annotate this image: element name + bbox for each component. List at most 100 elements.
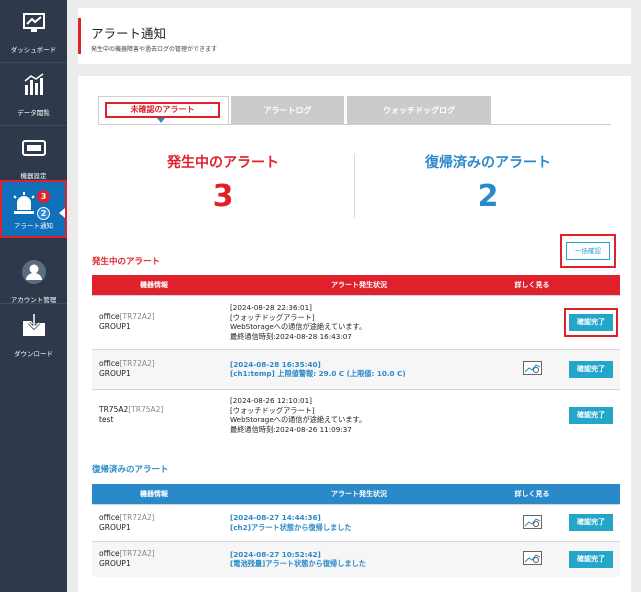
alert-line: 最終通信時刻:2024-08-28 16:43:07 — [230, 331, 352, 341]
device-group: GROUP1 — [99, 522, 131, 532]
device-cell: TR75A2[TR75A2] test — [92, 388, 216, 441]
sidebar-item-data[interactable]: データ閲覧 — [0, 63, 67, 125]
active-alerts-label: 発生中のアラート — [167, 155, 279, 171]
device-model: [TR72A2] — [119, 549, 155, 559]
column-header — [562, 484, 620, 504]
device-model: [TR72A2] — [119, 359, 155, 368]
sidebar-item-label: 機器設定 — [20, 172, 47, 180]
detail-cell — [502, 503, 562, 541]
device-group: GROUP1 — [99, 559, 131, 569]
detail-cell — [502, 388, 562, 441]
sidebar-item-label: アラート通知 — [14, 222, 53, 230]
action-cell: 確認完了 — [562, 348, 620, 389]
device-group: GROUP1 — [99, 369, 131, 378]
device-group: GROUP1 — [99, 322, 131, 331]
device-model: [TR72A2] — [119, 312, 155, 321]
active-alerts-table: 機器情報 アラート発生状況 詳しく見る office[TR72A2] GROUP… — [92, 275, 620, 441]
action-cell: 確認完了 — [562, 294, 620, 349]
confirm-button[interactable]: 確認完了 — [569, 360, 613, 378]
alert-line: [ch2]アラート状態から復帰しました — [230, 522, 352, 532]
action-cell: 確認完了 — [562, 540, 620, 577]
alert-line: [2024-08-28 16:35:40] — [230, 359, 321, 369]
alert-line: [2024-08-26 12:10:01] — [230, 396, 312, 406]
alert-line: [2024-08-28 22:36:01] — [230, 303, 312, 312]
tab-label: 未確認のアラート — [105, 102, 220, 118]
bar-chart-icon — [24, 73, 43, 95]
action-cell: 確認完了 — [562, 388, 620, 441]
confirm-button[interactable]: 確認完了 — [569, 550, 613, 568]
tab-alert-log[interactable]: アラートログ — [231, 96, 344, 125]
alert-line: [ウォッチドッグアラート] — [230, 405, 315, 415]
alert-line: [ch1:temp] 上限値警報: 29.0 C (上限値: 10.0 C) — [230, 369, 406, 378]
column-header: 詳しく見る — [502, 275, 562, 295]
alert-line: [2024-08-27 10:52:42] — [230, 549, 321, 559]
graph-detail-icon[interactable] — [522, 361, 542, 375]
detail-cell — [502, 348, 562, 389]
alert-status-cell: [2024-08-26 12:10:01] [ウォッチドッグアラート] WebS… — [216, 388, 502, 441]
sidebar-item-device-settings[interactable]: 機器設定 — [0, 126, 67, 188]
bulk-confirm-button[interactable]: 一括確認 — [566, 242, 610, 260]
alert-line: WebStorageへの通信が途絶えています。 — [230, 322, 367, 331]
table-row: TR75A2[TR75A2] test [2024-08-26 12:10:01… — [92, 388, 620, 441]
alert-line: [電池残量]アラート状態から復帰しました — [230, 559, 366, 569]
device-model: [TR72A2] — [119, 512, 155, 522]
device-name: office — [99, 549, 120, 559]
confirm-button[interactable]: 確認完了 — [569, 406, 613, 424]
alert-line: WebStorageへの通信が途絶えています。 — [230, 415, 367, 425]
confirm-button[interactable]: 確認完了 — [569, 514, 613, 531]
active-alerts-count: 3 — [212, 179, 234, 214]
sidebar-item-label: ダウンロード — [14, 350, 53, 358]
alert-status-cell: [2024-08-27 10:52:42] [電池残量]アラート状態から復帰しま… — [216, 540, 502, 577]
sidebar-item-alerts[interactable]: 3 2 アラート通知 — [0, 180, 67, 238]
device-model: [TR75A2] — [128, 405, 164, 415]
column-header: 機器情報 — [92, 275, 216, 295]
divider — [354, 154, 355, 218]
column-header: アラート発生状況 — [216, 484, 502, 504]
device-cell: office[TR72A2] GROUP1 — [92, 294, 216, 349]
unconfirmed-count-badge: 3 — [37, 190, 50, 203]
sidebar-item-label: データ閲覧 — [17, 109, 50, 117]
sidebar-item-download[interactable]: ダウンロード — [0, 304, 67, 366]
page-subtitle: 発生中の機器障害や過去ログの管理ができます — [91, 46, 218, 53]
device-name: office — [99, 512, 120, 522]
column-header: 詳しく見る — [502, 484, 562, 504]
tab-watchdog-log[interactable]: ウォッチドッグログ — [347, 96, 491, 125]
alert-siren-icon — [13, 192, 35, 214]
download-icon — [22, 314, 45, 336]
table-row: office[TR72A2] GROUP1 [2024-08-28 22:36:… — [92, 294, 620, 349]
alert-status-cell: [2024-08-27 14:44:36] [ch2]アラート状態から復帰しまし… — [216, 503, 502, 541]
alert-line: 最終通信時刻:2024-08-26 11:09:37 — [230, 424, 352, 434]
recovered-section-title: 復帰済みのアラート — [92, 465, 169, 475]
graph-detail-icon[interactable] — [522, 514, 542, 529]
sidebar-item-dashboard[interactable]: ダッシュボード — [0, 0, 67, 62]
graph-detail-icon[interactable] — [522, 551, 542, 566]
table-row: office[TR72A2] GROUP1 [2024-08-27 10:52:… — [92, 540, 620, 577]
active-indicator-icon — [59, 208, 65, 218]
confirm-highlight: 確認完了 — [564, 307, 618, 337]
device-cell: office[TR72A2] GROUP1 — [92, 348, 216, 389]
device-cell: office[TR72A2] GROUP1 — [92, 540, 216, 577]
column-header: 機器情報 — [92, 484, 216, 504]
tab-underline — [98, 124, 611, 125]
device-name: office — [99, 312, 120, 321]
recovered-alerts-label: 復帰済みのアラート — [425, 155, 551, 171]
alert-status-cell: [2024-08-28 22:36:01] [ウォッチドッグアラート] WebS… — [216, 294, 502, 349]
main-panel: 未確認のアラート アラートログ ウォッチドッグログ 発生中のアラート 3 復帰済… — [78, 76, 631, 592]
active-section-title: 発生中のアラート — [92, 257, 161, 267]
table-row: office[TR72A2] GROUP1 [2024-08-27 14:44:… — [92, 503, 620, 541]
column-header: アラート発生状況 — [216, 275, 502, 295]
device-icon — [21, 140, 46, 156]
user-icon — [21, 260, 46, 284]
sidebar: ダッシュボード データ閲覧 機器設定 3 2 アラート通知 アカウント管理 ダウ… — [0, 0, 67, 592]
dashboard-icon — [22, 13, 45, 32]
confirm-button[interactable]: 確認完了 — [569, 313, 613, 331]
alert-line: [ウォッチドッグアラート] — [230, 312, 315, 322]
alert-line: [2024-08-27 14:44:36] — [230, 513, 321, 522]
table-row: office[TR72A2] GROUP1 [2024-08-28 16:35:… — [92, 348, 620, 389]
tab-unconfirmed-alerts[interactable]: 未確認のアラート — [98, 96, 229, 125]
detail-cell — [502, 294, 562, 349]
sidebar-item-label: ダッシュボード — [10, 46, 57, 54]
bulk-confirm-highlight: 一括確認 — [560, 234, 616, 268]
device-group: test — [99, 415, 114, 425]
detail-cell — [502, 540, 562, 577]
